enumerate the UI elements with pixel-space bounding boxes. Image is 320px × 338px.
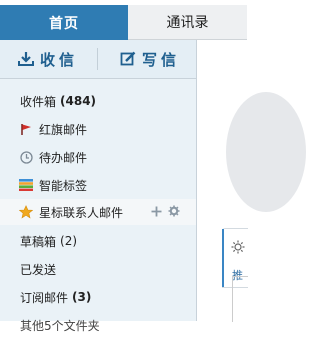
mail-actions-bar: 收信 写信 [0, 40, 196, 79]
top-tab-bar: 首页 通讯录 [0, 0, 247, 40]
unread-count: (3) [72, 290, 92, 304]
folder-todo[interactable]: 待办邮件 [0, 144, 196, 170]
folder-subscriptions[interactable]: 订阅邮件 (3) [0, 284, 196, 310]
folder-starred-contacts[interactable]: 星标联系人邮件 [0, 199, 196, 225]
folder-others[interactable]: 其他5个文件夹 [0, 312, 196, 338]
compose-button[interactable]: 写信 [120, 49, 180, 69]
clock-icon [19, 150, 33, 164]
compose-label: 写信 [142, 50, 181, 69]
folder-label: 待办邮件 [39, 150, 88, 165]
tab-contacts[interactable]: 通讯录 [128, 5, 247, 40]
tab-home[interactable]: 首页 [0, 5, 128, 40]
actions-divider [97, 48, 98, 70]
unread-count: (484) [60, 94, 97, 108]
receive-label: 收信 [40, 50, 79, 69]
folder-smart-tags[interactable]: 智能标签 [0, 172, 196, 198]
receive-button[interactable]: 收信 [18, 49, 78, 69]
star-icon [19, 205, 33, 219]
sun-icon [231, 239, 245, 258]
folder-label: 订阅邮件 [20, 290, 69, 305]
gear-icon[interactable] [168, 205, 180, 221]
widget-accent [222, 229, 224, 287]
folder-sent[interactable]: 已发送 [0, 256, 196, 282]
folder-label: 星标联系人邮件 [39, 205, 124, 220]
red-flag-icon [19, 122, 33, 136]
folder-inbox[interactable]: 收件箱 (484) [0, 88, 196, 114]
folder-label: 已发送 [20, 262, 57, 277]
folder-drafts[interactable]: 草稿箱 (2) [0, 228, 196, 254]
folder-label: 其他5个文件夹 [20, 318, 100, 333]
folder-label: 智能标签 [39, 178, 88, 193]
compose-icon [120, 51, 136, 66]
folder-label: 红旗邮件 [39, 122, 88, 137]
folder-flagged[interactable]: 红旗邮件 [0, 116, 196, 142]
mail-sidebar: 收信 写信 收件箱 (484) 红旗邮件 待办邮件 智能标签 星标联系人邮件 草… [0, 40, 197, 333]
content-box [232, 276, 248, 322]
tags-icon [19, 178, 33, 192]
folder-tools [151, 205, 180, 221]
plus-icon[interactable] [151, 206, 162, 221]
folder-label: 草稿箱 [20, 234, 57, 249]
draft-count: (2) [60, 234, 78, 248]
folder-label: 收件箱 [20, 94, 57, 109]
download-icon [18, 52, 34, 66]
main-panel: 推 [197, 40, 306, 322]
avatar [226, 92, 306, 212]
